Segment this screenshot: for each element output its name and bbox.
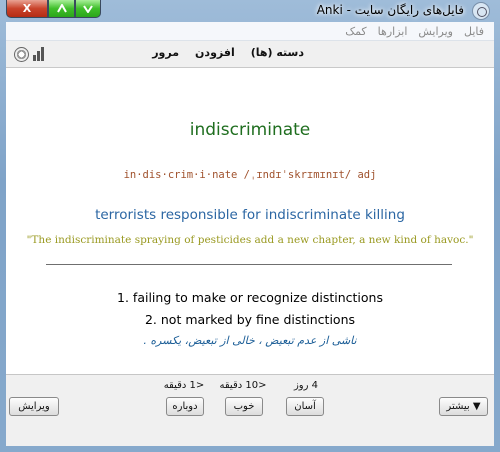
interval-hard: <10 دقیقه: [219, 380, 267, 391]
more-button[interactable]: بیشتر ▼: [439, 397, 488, 416]
window-title: فایل‌های رایگان سایت - Anki: [316, 3, 464, 17]
card-word: indiscriminate: [189, 120, 311, 140]
menu-help[interactable]: کمک: [344, 25, 367, 38]
interval-labels: <1 دقیقه <10 دقیقه 4 روز: [6, 380, 494, 394]
menu-file[interactable]: فایل: [463, 25, 485, 38]
answer-bar: <1 دقیقه <10 دقیقه 4 روز ویرایش دوباره خ…: [6, 375, 494, 446]
menu-edit[interactable]: ویرایش: [417, 25, 454, 38]
again-button[interactable]: دوباره: [166, 397, 204, 416]
menu-bar: فایل ویرایش ابزارها کمک: [6, 22, 494, 41]
anki-app-icon: [472, 2, 490, 20]
minimize-icon: [83, 5, 93, 13]
toolbar: دسته (ها) افزودن مرور: [6, 41, 494, 68]
close-button[interactable]: X: [6, 0, 48, 18]
card-definition-1: 1. failing to make or recognize distinct…: [117, 290, 383, 305]
card-divider: [46, 264, 452, 265]
interval-again: <1 دقیقه: [163, 380, 205, 391]
minimize-button[interactable]: [75, 0, 101, 18]
card-definition-2: 2. not marked by fine distinctions: [144, 312, 356, 327]
maximize-button[interactable]: [48, 0, 75, 18]
card-view: indiscriminate in·dis·crim·i·nate /ˌɪndɪ…: [6, 68, 494, 375]
decks-link[interactable]: دسته (ها): [251, 46, 304, 59]
close-icon: X: [22, 2, 32, 15]
card-quote: "The indiscriminate spraying of pesticid…: [26, 234, 474, 246]
card-example-phrase: terrorists responsible for indiscriminat…: [95, 207, 405, 223]
window-controls: X: [6, 0, 101, 18]
easy-button[interactable]: آسان: [286, 397, 324, 416]
interval-good: 4 روز: [293, 380, 319, 391]
browse-link[interactable]: مرور: [152, 46, 179, 59]
menu-tools[interactable]: ابزارها: [377, 25, 409, 38]
edit-button[interactable]: ویرایش: [9, 397, 59, 416]
toolbar-nav: دسته (ها) افزودن مرور: [136, 46, 304, 59]
stats-icon[interactable]: [33, 47, 47, 61]
toolbar-icons: [14, 47, 47, 62]
card-persian-translation: ناشی از عدم تبعیض ، خالی از تبعیض، یکسره…: [143, 334, 357, 347]
good-button[interactable]: خوب: [225, 397, 263, 416]
sync-icon[interactable]: [14, 47, 29, 62]
main-window: فایل ویرایش ابزارها کمک دسته (ها) افزودن…: [6, 22, 494, 446]
maximize-icon: [56, 4, 67, 13]
card-pronunciation: in·dis·crim·i·nate /ˌɪndɪˈskrɪmɪnɪt/ adj: [123, 169, 377, 181]
add-link[interactable]: افزودن: [195, 46, 235, 59]
title-bar[interactable]: X فایل‌های رایگان سایت - Anki: [0, 0, 500, 22]
